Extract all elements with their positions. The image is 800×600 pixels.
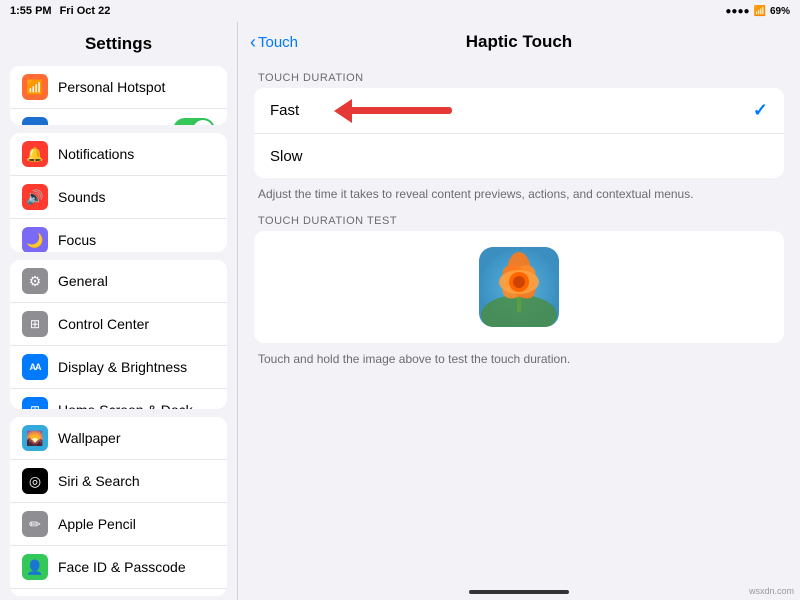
sidebar-item-sounds[interactable]: 🔊 Sounds [10,176,227,219]
faceid-icon: 👤 [22,554,48,580]
sidebar-item-general[interactable]: ⚙ General [10,260,227,303]
sidebar-item-battery[interactable]: 🔋 Battery [10,589,227,596]
wallpaper-icon: 🌄 [22,425,48,451]
sidebar-item-wallpaper[interactable]: 🌄 Wallpaper [10,417,227,460]
siri-label: Siri & Search [58,473,215,489]
sidebar: Settings 📶 Personal Hotspot VPN VPN 🔔 No… [0,22,238,600]
touch-duration-description: Adjust the time it takes to reveal conte… [254,182,784,211]
home-bar [469,590,569,594]
sidebar-section-3: ⚙ General ⊞ Control Center AA Display & … [10,260,227,409]
flower-image[interactable] [479,247,559,327]
sounds-icon: 🔊 [22,184,48,210]
hotspot-label: Personal Hotspot [58,79,215,95]
wallpaper-label: Wallpaper [58,430,215,446]
controlcenter-label: Control Center [58,316,215,332]
detail-title: Haptic Touch [466,32,572,52]
option-fast[interactable]: Fast ✓ [254,88,784,134]
back-label: Touch [258,34,298,51]
sidebar-item-display[interactable]: AA Display & Brightness [10,346,227,389]
detail-content: TOUCH DURATION Fast ✓ Slow Adjust the ti… [238,60,800,584]
sidebar-item-vpn[interactable]: VPN VPN [10,109,227,125]
sidebar-section-2: 🔔 Notifications 🔊 Sounds 🌙 Focus ⏱ Scree… [10,133,227,252]
sidebar-item-applepencil[interactable]: ✏ Apple Pencil [10,503,227,546]
sidebar-item-hotspot[interactable]: 📶 Personal Hotspot [10,66,227,109]
test-section-label: TOUCH DURATION TEST [254,211,784,231]
homescreen-icon: ⊞ [22,397,48,409]
sounds-label: Sounds [58,189,215,205]
notifications-icon: 🔔 [22,141,48,167]
applepencil-icon: ✏ [22,511,48,537]
fast-checkmark: ✓ [753,100,768,121]
option-fast-label: Fast [270,102,753,119]
sidebar-item-controlcenter[interactable]: ⊞ Control Center [10,303,227,346]
test-description: Touch and hold the image above to test t… [254,347,784,376]
detail-panel: ‹ Touch Haptic Touch TOUCH DURATION Fast… [238,22,800,600]
status-bar-right: ●●●● 📶 69% [725,6,790,17]
siri-icon: ◎ [22,468,48,494]
touch-duration-label: TOUCH DURATION [254,68,784,88]
controlcenter-icon: ⊞ [22,311,48,337]
test-image-container [254,231,784,343]
app-container: Settings 📶 Personal Hotspot VPN VPN 🔔 No… [0,22,800,600]
sidebar-item-siri[interactable]: ◎ Siri & Search [10,460,227,503]
focus-label: Focus [58,232,215,248]
watermark: wsxdn.com [749,586,794,596]
homescreen-label: Home Screen & Dock [58,402,215,409]
display-icon: AA [22,354,48,380]
sidebar-item-faceid[interactable]: 👤 Face ID & Passcode [10,546,227,589]
vpn-toggle[interactable] [173,118,215,125]
option-slow[interactable]: Slow [254,134,784,178]
vpn-label: VPN [58,122,173,125]
general-icon: ⚙ [22,268,48,294]
applepencil-label: Apple Pencil [58,516,215,532]
battery-indicator: 69% [770,6,790,17]
status-bar: 1:55 PM Fri Oct 22 ●●●● 📶 69% [0,0,800,22]
detail-header: ‹ Touch Haptic Touch [238,22,800,60]
wifi-icon: 📶 [754,6,766,17]
vpn-icon: VPN [22,117,48,125]
signal-icon: ●●●● [725,6,749,17]
time: 1:55 PM [10,5,52,17]
hotspot-icon: 📶 [22,74,48,100]
focus-icon: 🌙 [22,227,48,252]
touch-duration-options: Fast ✓ Slow [254,88,784,178]
date: Fri Oct 22 [60,5,111,17]
sidebar-item-focus[interactable]: 🌙 Focus [10,219,227,252]
sidebar-item-notifications[interactable]: 🔔 Notifications [10,133,227,176]
sidebar-section-4: 🌄 Wallpaper ◎ Siri & Search ✏ Apple Penc… [10,417,227,596]
back-chevron-icon: ‹ [250,32,256,53]
option-slow-label: Slow [270,148,768,165]
faceid-label: Face ID & Passcode [58,559,215,575]
status-bar-left: 1:55 PM Fri Oct 22 [10,5,110,17]
display-label: Display & Brightness [58,359,215,375]
notifications-label: Notifications [58,146,215,162]
sidebar-title: Settings [0,22,237,62]
sidebar-item-homescreen[interactable]: ⊞ Home Screen & Dock [10,389,227,409]
general-label: General [58,273,215,289]
back-button[interactable]: ‹ Touch [250,32,298,53]
sidebar-section-1: 📶 Personal Hotspot VPN VPN [10,66,227,125]
home-indicator [238,584,800,600]
